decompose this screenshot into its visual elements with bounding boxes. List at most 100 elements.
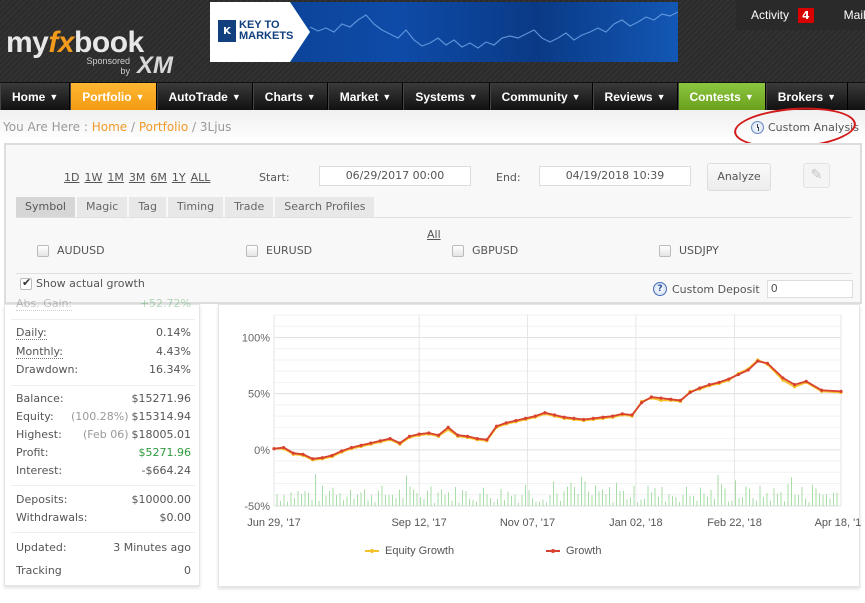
breadcrumb-home[interactable]: Home — [92, 120, 127, 134]
nav-brokers[interactable]: Brokers ▼ — [765, 83, 849, 110]
range-3m[interactable]: 3M — [129, 171, 146, 184]
tab-magic[interactable]: Magic — [76, 197, 128, 217]
symbol-audusd[interactable]: AUDUSD — [37, 244, 105, 257]
logo-text-book: book — [74, 26, 144, 59]
pin-button[interactable]: ✎ — [803, 163, 830, 188]
breadcrumb-separator: / — [188, 120, 200, 134]
growth-chart[interactable]: 100% 50% 0% -50% Jun 29, '17 Sep 12, '17 Nov 0… — [219, 305, 861, 588]
symbol-eurusd[interactable]: EURUSD — [246, 244, 312, 257]
stat-equity: Equity: (100.28%) $15314.94 — [16, 410, 191, 423]
symbol-gbpusd[interactable]: GBPUSD — [452, 244, 518, 257]
nav-label: Systems — [415, 89, 465, 104]
stat-value: $18005.01 — [131, 428, 192, 441]
show-actual-growth-checkbox[interactable] — [20, 276, 32, 290]
caret-down-icon: ▼ — [231, 91, 241, 102]
analyze-button[interactable]: Analyze — [707, 163, 771, 191]
growth-point — [582, 417, 586, 422]
nav-label: Home — [12, 89, 46, 104]
stat-updated: Updated: 3 Minutes ago — [16, 541, 191, 554]
legend-growth[interactable]: Growth — [546, 545, 601, 557]
mail-link[interactable]: Mail — [844, 8, 865, 22]
growth-point — [514, 419, 518, 423]
stat-value: 0.14% — [156, 326, 191, 339]
stats-divider — [11, 385, 195, 386]
stat-subvalue: (100.28%) — [70, 410, 129, 423]
growth-point — [349, 445, 354, 450]
tab-timing[interactable]: Timing — [167, 197, 224, 217]
end-label: End: — [496, 171, 521, 184]
nav-reviews[interactable]: Reviews ▼ — [592, 83, 678, 110]
stat-label: Interest: — [16, 464, 63, 477]
xm-sponsor-logo[interactable]: XM — [137, 52, 173, 80]
growth-point — [746, 368, 750, 372]
growth-point — [378, 439, 383, 443]
legend-equity-growth[interactable]: Equity Growth — [365, 545, 454, 557]
nav-portfolio[interactable]: Portfolio ▼ — [70, 83, 157, 110]
select-all-link[interactable]: All — [427, 228, 441, 241]
activity-count-badge[interactable]: 4 — [798, 7, 814, 23]
breadcrumb-current: 3Ljus — [199, 120, 232, 134]
growth-point — [359, 443, 363, 447]
show-actual-growth-label: Show actual growth — [36, 277, 145, 290]
audusd-checkbox[interactable] — [37, 244, 49, 257]
stat-tracking: Tracking 0 — [16, 564, 191, 577]
growth-point — [456, 433, 460, 437]
breadcrumb-portfolio[interactable]: Portfolio — [139, 120, 188, 134]
growth-point — [659, 396, 663, 400]
stat-abs-gain-partial: Abs. Gain: +52.72% — [16, 297, 191, 311]
tab-tag[interactable]: Tag — [129, 197, 166, 217]
activity-link[interactable]: Activity — [751, 8, 789, 22]
banner-brand: K KEY TO MARKETS — [218, 20, 293, 42]
nav-charts[interactable]: Charts ▼ — [252, 83, 328, 110]
stat-value: $5271.96 — [138, 446, 192, 459]
y-tick-label: -50% — [244, 501, 270, 513]
caret-down-icon: ▼ — [656, 91, 666, 102]
range-1y[interactable]: 1Y — [172, 171, 186, 184]
growth-point — [523, 416, 528, 420]
start-date-input[interactable]: 06/29/2017 00:00 — [319, 166, 471, 186]
analysis-tabs: Symbol Magic Tag Timing Trade Search Pro… — [16, 197, 375, 217]
tab-trade[interactable]: Trade — [225, 197, 274, 217]
caret-down-icon: ▼ — [382, 91, 392, 102]
custom-deposit-input[interactable]: 0 — [766, 280, 853, 298]
nav-contests[interactable]: Contests ▼ — [677, 83, 766, 110]
y-tick-label: 0% — [254, 445, 270, 457]
show-actual-growth-toggle[interactable]: Show actual growth — [20, 276, 145, 290]
tab-symbol[interactable]: Symbol — [16, 197, 75, 217]
growth-point — [504, 421, 508, 425]
end-date-input[interactable]: 04/19/2018 10:39 — [539, 166, 691, 186]
custom-analysis-panel: 1D 1W 1M 3M 6M 1Y ALL Start: 06/29/2017 … — [4, 143, 862, 304]
stat-label: Daily: — [16, 326, 47, 340]
stats-divider — [11, 485, 195, 486]
eurusd-checkbox[interactable] — [246, 244, 258, 257]
nav-systems[interactable]: Systems ▼ — [403, 83, 490, 110]
nav-community[interactable]: Community ▼ — [489, 83, 593, 110]
range-1d[interactable]: 1D — [64, 171, 79, 184]
nav-label: Charts — [264, 89, 303, 104]
stat-withdrawals: Withdrawals: $0.00 — [16, 511, 191, 524]
tab-search-profiles[interactable]: Search Profiles — [275, 197, 375, 217]
key-to-markets-banner[interactable]: K KEY TO MARKETS — [210, 2, 678, 62]
help-icon[interactable]: ? — [653, 282, 667, 296]
growth-point — [388, 436, 392, 441]
growth-point — [820, 388, 824, 392]
nav-home[interactable]: Home ▼ — [0, 83, 71, 110]
range-links: 1D 1W 1M 3M 6M 1Y ALL — [64, 171, 210, 184]
range-1m[interactable]: 1M — [107, 171, 124, 184]
growth-point — [485, 438, 489, 442]
legend-label: Equity Growth — [385, 545, 455, 557]
myfxbook-logo[interactable]: myfxbook — [6, 26, 144, 60]
growth-point — [494, 424, 499, 428]
usdjpy-checkbox[interactable] — [659, 244, 671, 257]
growth-point — [640, 401, 644, 405]
caret-down-icon: ▼ — [135, 91, 145, 102]
range-1w[interactable]: 1W — [84, 171, 102, 184]
range-6m[interactable]: 6M — [150, 171, 167, 184]
stats-divider — [11, 319, 195, 320]
range-all[interactable]: ALL — [191, 171, 211, 184]
symbol-usdjpy[interactable]: USDJPY — [659, 244, 719, 257]
stat-label: Monthly: — [16, 345, 63, 359]
gbpusd-checkbox[interactable] — [452, 244, 464, 257]
nav-market[interactable]: Market ▼ — [327, 83, 404, 110]
nav-autotrade[interactable]: AutoTrade ▼ — [156, 83, 253, 110]
